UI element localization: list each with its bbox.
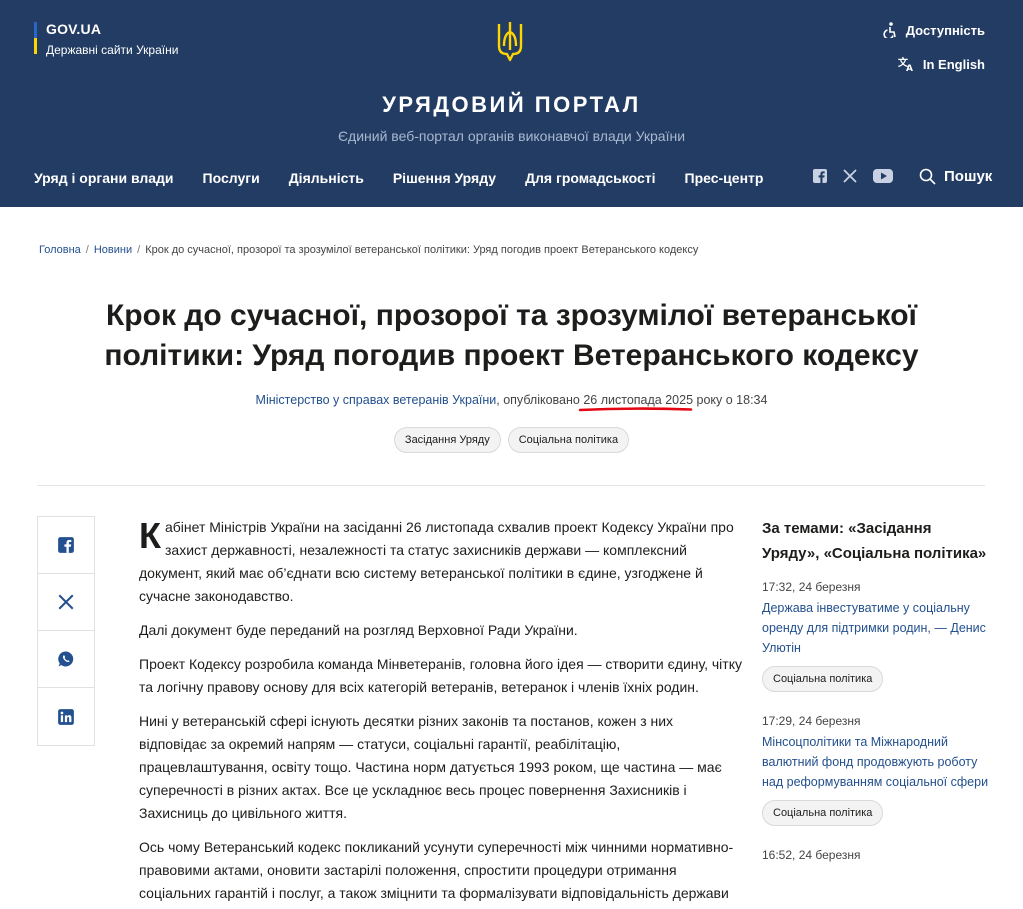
red-underline-annotation	[578, 407, 693, 412]
accessibility-label: Доступність	[905, 22, 985, 38]
share-whatsapp-button[interactable]	[38, 631, 94, 688]
news-link[interactable]: Держава інвестуватиме у соціальну оренду…	[762, 598, 992, 658]
news-link[interactable]: Мінсоцполітики та Міжнародний валютний ф…	[762, 732, 992, 792]
breadcrumb-current: Крок до сучасної, прозорої та зрозумілої…	[145, 244, 699, 256]
search-icon	[919, 168, 936, 185]
breadcrumb-news[interactable]: Новини	[94, 244, 132, 256]
share-facebook-button[interactable]	[38, 517, 94, 574]
divider	[37, 485, 985, 486]
nav-item-government[interactable]: Уряд і органи влади	[34, 170, 174, 186]
share-panel	[37, 516, 95, 746]
nav-item-services[interactable]: Послуги	[203, 170, 260, 186]
published-date: 26 листопада 2025	[583, 393, 694, 407]
whatsapp-icon	[58, 651, 74, 667]
nav-item-press[interactable]: Прес-центр	[685, 170, 764, 186]
language-switch-button[interactable]: 文 A In English	[898, 56, 985, 72]
tag-social-policy[interactable]: Соціальна політика	[507, 427, 630, 453]
article-body: Кабінет Міністрів України на засіданні 2…	[139, 516, 744, 909]
trident-icon[interactable]	[496, 20, 524, 62]
related-news-item: 17:29, 24 березня Мінсоцполітики та Міжн…	[762, 714, 992, 826]
accessibility-icon	[883, 22, 896, 38]
published-prefix: , опубліковано	[496, 393, 584, 407]
linkedin-icon	[58, 708, 74, 725]
nav-item-public[interactable]: Для громадськості	[525, 170, 655, 186]
translate-icon: 文 A	[898, 56, 913, 72]
facebook-icon[interactable]	[812, 168, 828, 184]
accessibility-button[interactable]: Доступність	[882, 22, 985, 38]
related-news-item: 17:32, 24 березня Держава інвестуватиме …	[762, 580, 992, 692]
paragraph-1-text: абінет Міністрів України на засіданні 26…	[139, 519, 734, 604]
portal-subtitle: Єдиний веб-портал органів виконавчої вла…	[337, 128, 686, 144]
drop-cap: К	[139, 515, 161, 556]
youtube-icon[interactable]	[872, 168, 894, 184]
article-title: Крок до сучасної, прозорої та зрозумілої…	[104, 299, 919, 372]
header-social-links	[812, 168, 894, 184]
paragraph-1: Кабінет Міністрів України на засіданні 2…	[139, 516, 744, 608]
flag-mark	[34, 22, 37, 54]
breadcrumb-home[interactable]: Головна	[39, 244, 81, 256]
gov-ua-subtitle: Державні сайти України	[46, 43, 179, 57]
nav-item-activity[interactable]: Діяльність	[289, 170, 364, 186]
main-nav: Уряд і органи влади Послуги Діяльність Р…	[34, 170, 792, 186]
nav-item-decisions[interactable]: Рішення Уряду	[393, 170, 496, 186]
paragraph-5: Ось чому Ветеранський кодекс покликаний …	[139, 839, 734, 909]
news-time: 16:52, 24 березня	[762, 848, 861, 862]
related-news-sidebar: За темами: «Засідання Уряду», «Соціальна…	[762, 516, 992, 884]
published-time: року о 18:34	[693, 393, 768, 407]
gov-ua-logo-link[interactable]: GOV.UA Державні сайти України	[34, 20, 178, 58]
x-twitter-icon[interactable]	[842, 168, 858, 184]
news-tag[interactable]: Соціальна політика	[762, 666, 884, 692]
paragraph-2: Далі документ буде переданий на розгляд …	[139, 622, 578, 638]
related-news-item: 16:52, 24 березня	[762, 848, 992, 862]
site-header: GOV.UA Державні сайти України Доступніст…	[0, 0, 1023, 207]
paragraph-4: Нині у ветеранській сфері існують десятк…	[139, 713, 722, 821]
portal-title[interactable]: УРЯДОВИЙ ПОРТАЛ	[0, 92, 1023, 118]
gov-ua-title: GOV.UA	[46, 21, 102, 37]
language-label: In English	[922, 56, 985, 72]
author-link[interactable]: Міністерство у справах ветеранів України	[256, 393, 497, 407]
search-label: Пошук	[944, 168, 993, 185]
news-time: 17:29, 24 березня	[762, 714, 861, 728]
share-linkedin-button[interactable]	[38, 688, 94, 745]
facebook-icon	[58, 537, 74, 553]
search-button[interactable]: Пошук	[919, 168, 992, 185]
news-time: 17:32, 24 березня	[762, 580, 861, 594]
article-tags: Засідання Уряду Соціальна політика	[0, 427, 1023, 453]
article-meta: Міністерство у справах ветеранів України…	[0, 393, 1023, 407]
x-twitter-icon	[58, 594, 74, 610]
news-tag[interactable]: Соціальна політика	[762, 800, 884, 826]
tag-cabinet-meeting[interactable]: Засідання Уряду	[393, 427, 501, 453]
svg-text:A: A	[906, 64, 913, 72]
share-x-button[interactable]	[38, 574, 94, 631]
breadcrumb: Головна / Новини / Крок до сучасної, прозоро…	[39, 244, 699, 256]
sidebar-heading: За темами: «Засідання Уряду», «Соціальна…	[762, 520, 987, 562]
paragraph-3: Проект Кодексу розробила команда Мінвете…	[139, 656, 742, 695]
